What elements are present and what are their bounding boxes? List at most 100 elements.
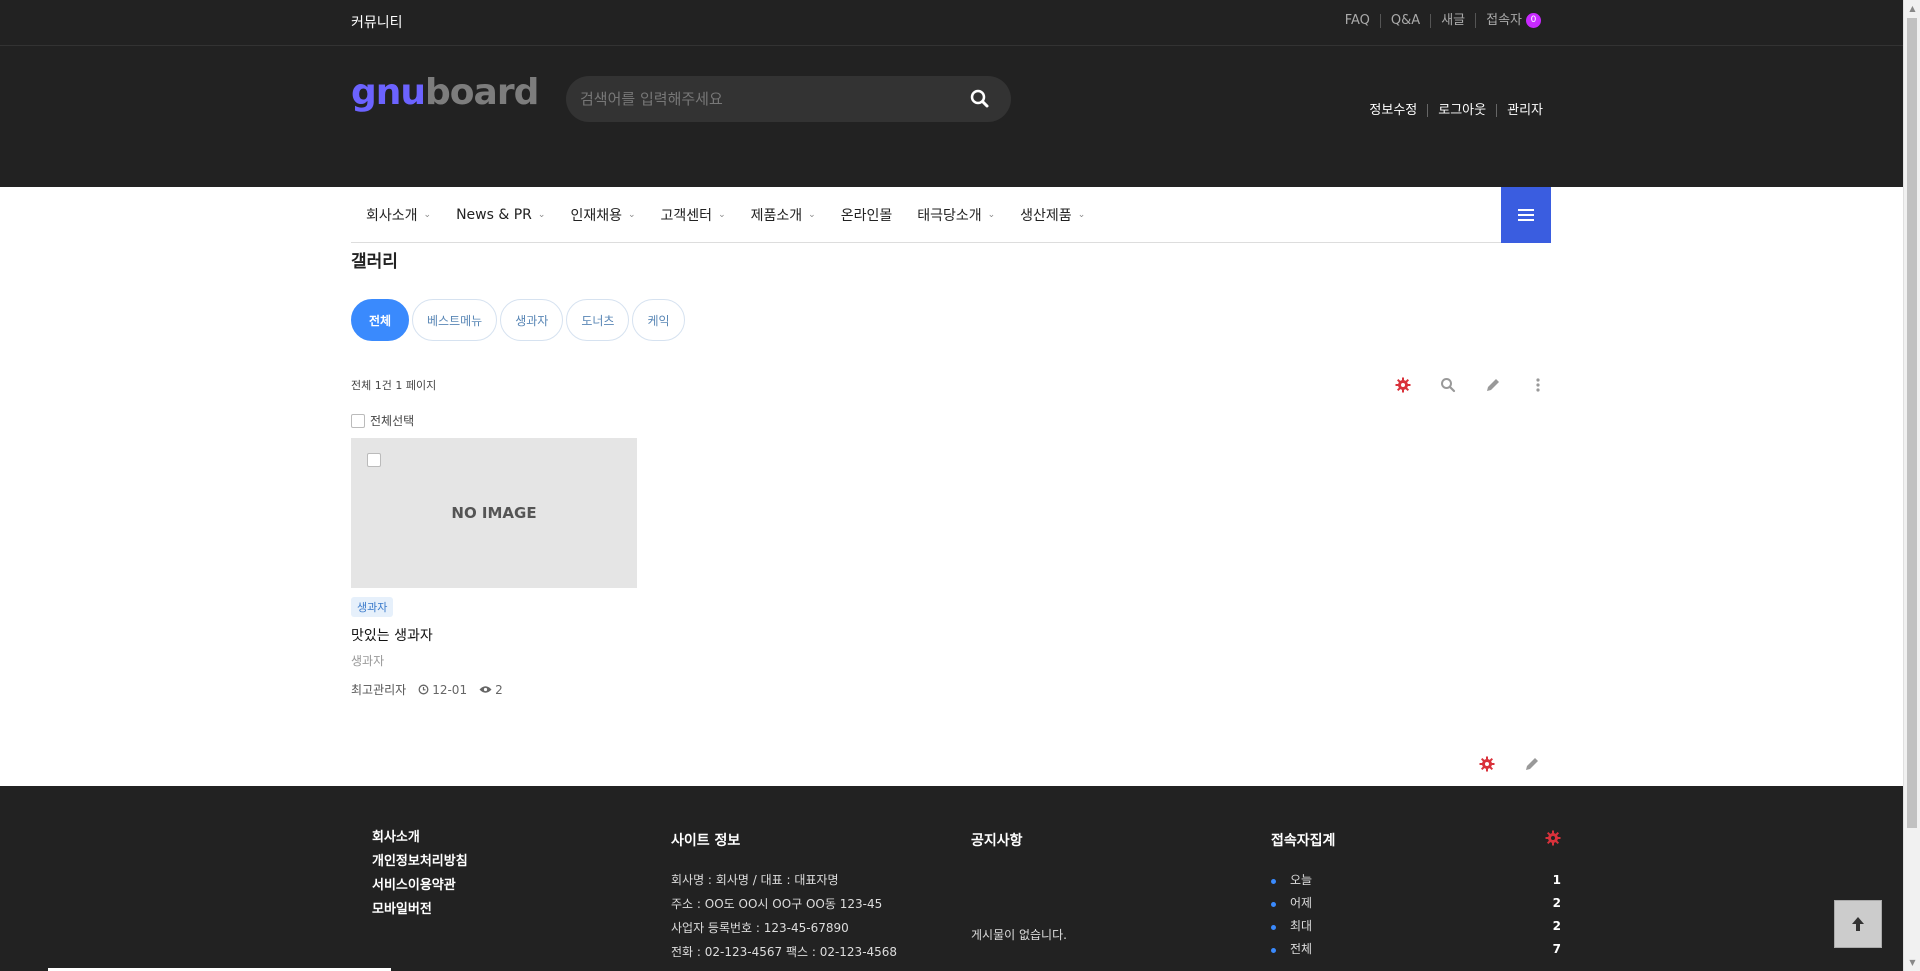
visitor-count-badge: 0 — [1526, 13, 1541, 28]
post-views: 2 — [479, 683, 503, 697]
community-link[interactable]: 커뮤니티 — [351, 12, 403, 32]
admin-link[interactable]: 관리자 — [1496, 104, 1553, 117]
notice-title[interactable]: 공지사항 — [971, 830, 1067, 850]
nav-item-news[interactable]: News & PR ⌄ — [456, 207, 545, 223]
edit-profile-link[interactable]: 정보수정 — [1359, 104, 1427, 117]
gear-icon[interactable] — [1464, 752, 1509, 776]
visitor-row-max: 최대 2 — [1271, 914, 1561, 937]
gear-icon[interactable] — [1380, 372, 1425, 398]
post-author[interactable]: 최고관리자 — [351, 681, 406, 698]
post-thumbnail[interactable]: NO IMAGE — [351, 438, 637, 588]
pencil-icon[interactable] — [1470, 372, 1515, 398]
footer: 회사소개 개인정보처리방침 서비스이용약관 모바일버전 사이트 정보 회사명 :… — [0, 786, 1903, 971]
faq-link[interactable]: FAQ — [1335, 13, 1380, 28]
more-options-icon[interactable] — [1515, 372, 1560, 398]
logout-link[interactable]: 로그아웃 — [1427, 104, 1496, 117]
post-views-text: 2 — [495, 682, 503, 697]
post-checkbox[interactable] — [367, 453, 381, 467]
header: gnuboard 정보수정 로그아웃 관리자 — [0, 46, 1903, 187]
chevron-down-icon: ⌄ — [627, 210, 636, 220]
scroll-up-arrow-icon[interactable]: ▲ — [1904, 0, 1920, 17]
visitor-label: 오늘 — [1290, 873, 1313, 887]
nav-item-company[interactable]: 회사소개 ⌄ — [366, 205, 431, 225]
arrow-up-icon — [1852, 917, 1864, 931]
hamburger-icon[interactable] — [1501, 187, 1551, 243]
visitors-link[interactable]: 접속자 0 — [1475, 13, 1551, 28]
pencil-icon[interactable] — [1509, 752, 1554, 776]
search-input[interactable] — [580, 88, 960, 110]
nav-item-support[interactable]: 고객센터 ⌄ — [661, 205, 726, 225]
nav-label: 태극당소개 — [917, 208, 982, 224]
post-date: 12-01 — [418, 683, 467, 697]
visitor-label: 전체 — [1290, 942, 1313, 956]
visitor-label: 어제 — [1290, 896, 1313, 910]
nav-item-products[interactable]: 제품소개 ⌄ — [751, 205, 816, 225]
category-tab-donuts[interactable]: 도너츠 — [566, 299, 630, 341]
nav-item-about[interactable]: 태극당소개 ⌄ — [917, 205, 995, 225]
new-posts-link[interactable]: 새글 — [1430, 13, 1475, 28]
site-info-line: 회사명 : 회사명 / 대표 : 대표자명 — [671, 873, 839, 887]
post-category-badge[interactable]: 생과자 — [351, 597, 394, 617]
post-date-text: 12-01 — [432, 682, 468, 697]
category-tab-all[interactable]: 전체 — [351, 299, 409, 341]
nav-label: 제품소개 — [750, 208, 803, 224]
notice-empty: 게시물이 없습니다. — [971, 928, 1067, 942]
category-tabs: 전체 베스트메뉴 생과자 도너츠 케익 — [351, 299, 685, 341]
scroll-down-arrow-icon[interactable]: ▼ — [1904, 954, 1920, 971]
visitor-value: 2 — [1552, 895, 1561, 910]
footer-link-privacy[interactable]: 개인정보처리방침 — [372, 854, 468, 870]
post-excerpt: 생과자 — [351, 654, 385, 668]
visitor-stats: 접속자집계 오늘 1 어제 2 최대 2 전체 7 — [1271, 830, 1561, 960]
post-meta: 최고관리자 12-01 2 — [351, 681, 637, 698]
select-all-label: 전체선택 — [370, 414, 415, 428]
visitor-value: 2 — [1552, 918, 1561, 933]
top-bar: 커뮤니티 FAQ Q&A 새글 접속자 0 — [0, 0, 1903, 46]
site-info-title: 사이트 정보 — [671, 833, 741, 849]
scrollbar-thumb[interactable] — [1907, 18, 1917, 828]
nav-label: 온라인몰 — [840, 208, 893, 224]
chevron-down-icon: ⌄ — [808, 210, 816, 220]
clock-icon — [418, 684, 429, 695]
search-box — [566, 76, 1011, 122]
site-info-line: 주소 : OO도 OO시 OO구 OO동 123-45 — [671, 897, 883, 911]
board-tools — [1380, 372, 1560, 398]
nav-label: 고객센터 — [660, 208, 713, 224]
category-tab-cookies[interactable]: 생과자 — [500, 299, 564, 341]
post-title[interactable]: 맛있는 생과자 — [351, 625, 637, 645]
chevron-down-icon: ⌄ — [423, 210, 432, 220]
visitor-label: 최대 — [1290, 919, 1313, 933]
eye-icon — [479, 686, 492, 693]
vertical-scrollbar[interactable]: ▲ ▼ — [1903, 0, 1920, 971]
search-icon[interactable] — [1425, 372, 1470, 398]
nav-label: 생산제품 — [1020, 208, 1072, 224]
qa-link[interactable]: Q&A — [1379, 13, 1430, 28]
chevron-down-icon: ⌄ — [537, 210, 546, 220]
chevron-down-icon: ⌄ — [1077, 210, 1086, 220]
footer-link-mobile[interactable]: 모바일버전 — [372, 902, 468, 918]
visitor-row-today: 오늘 1 — [1271, 868, 1561, 891]
visitors-label: 접속자 — [1486, 13, 1522, 28]
site-info-line: 전화 : 02-123-4567 팩스 : 02-123-4568 — [671, 945, 898, 959]
select-all-checkbox[interactable] — [351, 413, 365, 428]
top-links: FAQ Q&A 새글 접속자 0 — [1335, 13, 1551, 28]
visitor-value: 1 — [1552, 872, 1561, 887]
footer-link-terms[interactable]: 서비스이용약관 — [372, 878, 468, 894]
category-tab-best[interactable]: 베스트메뉴 — [412, 299, 498, 341]
site-logo[interactable]: gnuboard — [351, 72, 539, 113]
category-tab-cake[interactable]: 케익 — [632, 299, 685, 341]
board-bottom-tools — [1464, 752, 1554, 776]
visitor-stats-title: 접속자집계 — [1271, 833, 1336, 849]
footer-link-company[interactable]: 회사소개 — [372, 830, 468, 846]
scroll-to-top-button[interactable] — [1834, 900, 1882, 948]
gear-icon[interactable] — [1545, 830, 1561, 850]
logo-text-board: board — [425, 72, 539, 113]
nav-item-production[interactable]: 생산제품 ⌄ — [1020, 205, 1085, 225]
page: 커뮤니티 FAQ Q&A 새글 접속자 0 gnuboard 정보수정 로그아웃 … — [0, 0, 1903, 971]
notice-section: 공지사항 게시물이 없습니다. — [971, 830, 1067, 943]
nav-item-shop[interactable]: 온라인몰 — [841, 205, 893, 225]
search-icon[interactable] — [969, 88, 991, 110]
chevron-down-icon: ⌄ — [987, 210, 996, 220]
select-all[interactable]: 전체선택 — [351, 412, 414, 429]
chevron-down-icon: ⌄ — [718, 210, 726, 220]
nav-item-recruit[interactable]: 인재채용 ⌄ — [570, 205, 635, 225]
